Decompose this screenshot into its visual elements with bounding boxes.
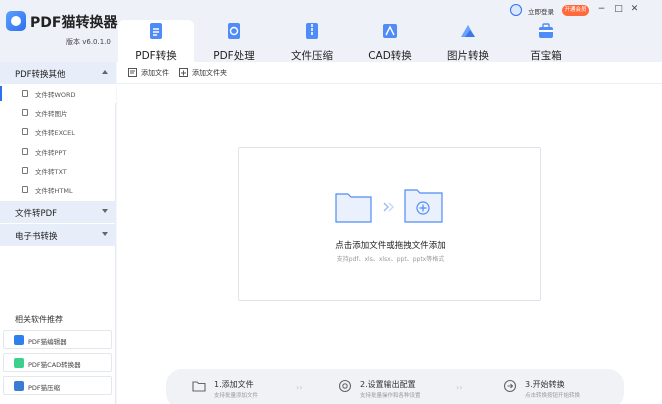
file-drop-zone[interactable]: 点击添加文件或拖拽文件添加 支持pdf、xls、xlsx、ppt、pptx等格式 — [238, 147, 541, 301]
tab-pdf-process[interactable]: PDF处理 — [196, 20, 272, 62]
add-file-icon — [128, 68, 137, 77]
chevron-down-icon — [102, 232, 108, 236]
step-arrow-icon: ›› — [296, 383, 303, 392]
top-bar: PDF猫转换器 版本 v6.0.1.0 PDF转换 PDF处理 文件压缩 CAD… — [0, 0, 662, 62]
convert-icon — [503, 379, 517, 393]
drop-zone-hint: 支持pdf、xls、xlsx、ppt、pptx等格式 — [336, 256, 445, 263]
sidebar-item-to-image[interactable]: 文件转图片 — [0, 103, 116, 122]
sidebar-item-to-word[interactable]: 文件转WORD — [0, 84, 116, 103]
recommend-pdf-editor[interactable]: PDF猫编辑器 — [3, 330, 112, 349]
document-icon — [22, 90, 28, 97]
tab-label: 百宝箱 — [530, 50, 562, 62]
sidebar-section-ebook[interactable]: 电子书转换 — [0, 224, 116, 246]
step-output-config: 2.设置输出配置 支持批量操作和各种设置 — [338, 377, 458, 401]
step-arrow-icon: ›› — [456, 383, 463, 392]
recommend-title: 相关软件推荐 — [15, 315, 63, 324]
section-label: 电子书转换 — [15, 232, 58, 242]
vip-button[interactable]: 开通会员 — [562, 5, 589, 16]
settings-icon — [338, 379, 352, 393]
tab-label: 文件压缩 — [291, 50, 333, 62]
sidebar-item-label: 文件转图片 — [35, 110, 68, 118]
recommend-label: PDF猫压缩 — [28, 384, 61, 392]
recommend-label: PDF猫编辑器 — [28, 338, 67, 346]
sidebar-item-label: 文件转TXT — [35, 168, 67, 176]
minimize-button[interactable]: − — [596, 4, 607, 15]
add-folder-label: 添加文件夹 — [192, 69, 227, 77]
folder-icon — [192, 381, 206, 392]
step-title: 3.开始转换 — [525, 380, 565, 389]
step-title: 2.设置输出配置 — [360, 380, 416, 389]
toolbar: 添加文件 添加文件夹 — [117, 62, 662, 84]
document-icon — [22, 186, 28, 193]
app-title: PDF猫转换器 — [30, 15, 118, 31]
step-description: 支持批量操作和各种设置 — [360, 393, 421, 399]
tab-label: 图片转换 — [447, 50, 489, 62]
sidebar-item-to-excel[interactable]: 文件转EXCEL — [0, 122, 116, 141]
tab-cad-convert[interactable]: CAD转换 — [352, 20, 428, 62]
cad-converter-icon — [14, 358, 24, 368]
image-convert-icon — [461, 25, 475, 37]
sidebar-item-label: 文件转HTML — [35, 187, 73, 195]
sidebar-item-label: 文件转PPT — [35, 149, 67, 157]
cad-convert-icon — [383, 24, 397, 38]
add-file-button[interactable]: 添加文件 — [128, 67, 176, 79]
sidebar-item-to-txt[interactable]: 文件转TXT — [0, 161, 116, 180]
sidebar-item-to-html[interactable]: 文件转HTML — [0, 180, 116, 199]
tab-pdf-convert[interactable]: PDF转换 — [118, 20, 194, 62]
steps-bar: 1.添加文件 支持批量添加文件 ›› 2.设置输出配置 支持批量操作和各种设置 … — [166, 369, 624, 404]
tab-toolbox[interactable]: 百宝箱 — [508, 20, 584, 62]
user-avatar-icon[interactable] — [510, 4, 522, 16]
sidebar-section-pdf-to-other[interactable]: PDF转换其他 — [0, 62, 116, 84]
main-panel: 添加文件 添加文件夹 点击添加文件或拖拽文件添加 支持pdf、xls、xlsx、… — [117, 62, 662, 404]
pdf-compress-icon — [14, 381, 24, 391]
chevron-down-icon — [102, 209, 108, 213]
tab-label: PDF处理 — [213, 50, 255, 62]
recommend-label: PDF猫CAD转换器 — [28, 361, 81, 369]
add-file-label: 添加文件 — [141, 69, 169, 77]
sidebar-item-label: 文件转WORD — [35, 91, 76, 99]
sidebar: PDF转换其他 文件转WORD 文件转图片 文件转EXCEL 文件转PPT 文件… — [0, 62, 116, 404]
recommend-pdf-compress[interactable]: PDF猫压缩 — [3, 376, 112, 395]
folder-upload-illustration — [335, 189, 443, 223]
step-start-convert: 3.开始转换 点击转换按钮开始转换 — [503, 377, 613, 401]
tab-file-compress[interactable]: 文件压缩 — [274, 20, 350, 62]
add-folder-button[interactable]: 添加文件夹 — [179, 67, 235, 79]
recommend-cad-converter[interactable]: PDF猫CAD转换器 — [3, 353, 112, 372]
add-folder-icon — [179, 68, 188, 77]
pdf-editor-icon — [14, 335, 24, 345]
document-icon — [22, 128, 28, 135]
pdf-process-icon — [228, 23, 240, 39]
step-title: 1.添加文件 — [214, 380, 254, 389]
step-add-file: 1.添加文件 支持批量添加文件 — [192, 377, 302, 401]
document-icon — [22, 167, 28, 174]
section-label: PDF转换其他 — [15, 70, 66, 80]
tab-label: PDF转换 — [135, 50, 177, 62]
step-description: 支持批量添加文件 — [214, 393, 259, 399]
sidebar-section-file-to-pdf[interactable]: 文件转PDF — [0, 201, 116, 223]
toolbox-icon — [539, 23, 553, 38]
sidebar-item-to-ppt[interactable]: 文件转PPT — [0, 142, 116, 161]
pdf-convert-icon — [150, 23, 162, 39]
file-compress-icon — [306, 23, 318, 39]
document-icon — [22, 148, 28, 155]
sidebar-item-label: 文件转EXCEL — [35, 129, 75, 137]
maximize-button[interactable]: □ — [613, 4, 624, 15]
app-logo-icon — [6, 11, 26, 31]
chevron-up-icon — [102, 70, 108, 74]
section-label: 文件转PDF — [15, 209, 58, 219]
step-description: 点击转换按钮开始转换 — [525, 393, 581, 399]
tab-image-convert[interactable]: 图片转换 — [430, 20, 506, 62]
document-icon — [22, 109, 28, 116]
tab-label: CAD转换 — [368, 50, 412, 62]
login-link[interactable]: 立即登录 — [528, 6, 554, 16]
drop-zone-title: 点击添加文件或拖拽文件添加 — [335, 241, 446, 251]
app-version: 版本 v6.0.1.0 — [66, 38, 111, 46]
close-button[interactable]: ✕ — [629, 4, 640, 15]
